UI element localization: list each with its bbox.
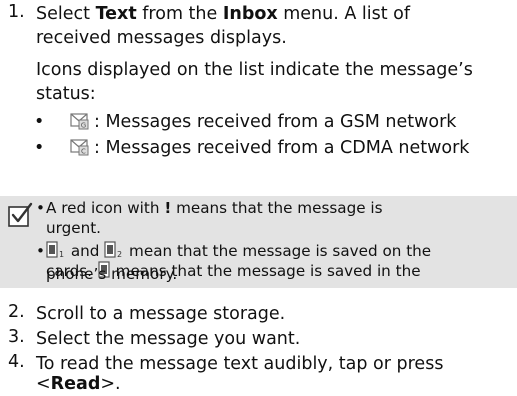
step-number: 1. (8, 2, 25, 22)
svg-text:1: 1 (59, 250, 64, 259)
text-fragment: menu. A list of (277, 4, 411, 24)
text-fragment: < (36, 374, 51, 394)
text-fragment: A red icon with (46, 199, 165, 217)
text-line: Icons displayed on the list indicate the… (36, 60, 473, 80)
soft-key-read: Read (50, 374, 101, 394)
status-intro: Icons displayed on the list indicate the… (36, 58, 512, 106)
step-text: Select the message you want. (36, 329, 301, 349)
status-item-text: : Messages received from a CDMA network (94, 138, 470, 158)
cdma-message-icon: C (70, 138, 90, 163)
text-line: phone’s memory. (46, 265, 178, 283)
step-number: 3. (8, 327, 25, 347)
note-item-urgent: A red icon with ! means that the message… (46, 198, 383, 218)
step-text: Select Text from the Inbox menu. A list … (36, 2, 512, 50)
text-fragment: >. (100, 374, 121, 394)
bullet: • (36, 199, 45, 217)
svg-text:C: C (81, 148, 86, 156)
status-item-text: : Messages received from a GSM network (94, 112, 457, 132)
step-number: 2. (8, 302, 25, 322)
checkbox-note-icon (6, 200, 36, 235)
menu-name-text: Text (95, 4, 137, 24)
status-item-gsm: • G : Messages received from a GSM netwo… (34, 110, 456, 137)
text-fragment: and (66, 242, 105, 260)
text-fragment: from the (136, 4, 223, 24)
svg-text:2: 2 (117, 250, 122, 259)
menu-name-inbox: Inbox (222, 4, 278, 24)
step-number: 4. (8, 352, 25, 372)
status-item-cdma: • C : Messages received from a CDMA netw… (34, 136, 469, 163)
step-text: To read the message text audibly, tap or… (36, 352, 512, 396)
text-fragment: Select (36, 4, 96, 24)
text-fragment: means that the message is (171, 199, 383, 217)
bullet: • (34, 112, 45, 132)
gsm-message-icon: G (70, 112, 90, 137)
svg-text:G: G (81, 122, 86, 130)
text-line: received messages displays. (36, 28, 287, 48)
text-fragment: mean that the message is saved on the (124, 242, 432, 260)
text-line: urgent. (46, 219, 101, 237)
text-line: status: (36, 84, 96, 104)
step-text: Scroll to a message storage. (36, 304, 286, 324)
manual-page: 1. Select Text from the Inbox menu. A li… (0, 0, 517, 394)
bullet: • (34, 138, 45, 158)
bullet: • (36, 242, 45, 260)
